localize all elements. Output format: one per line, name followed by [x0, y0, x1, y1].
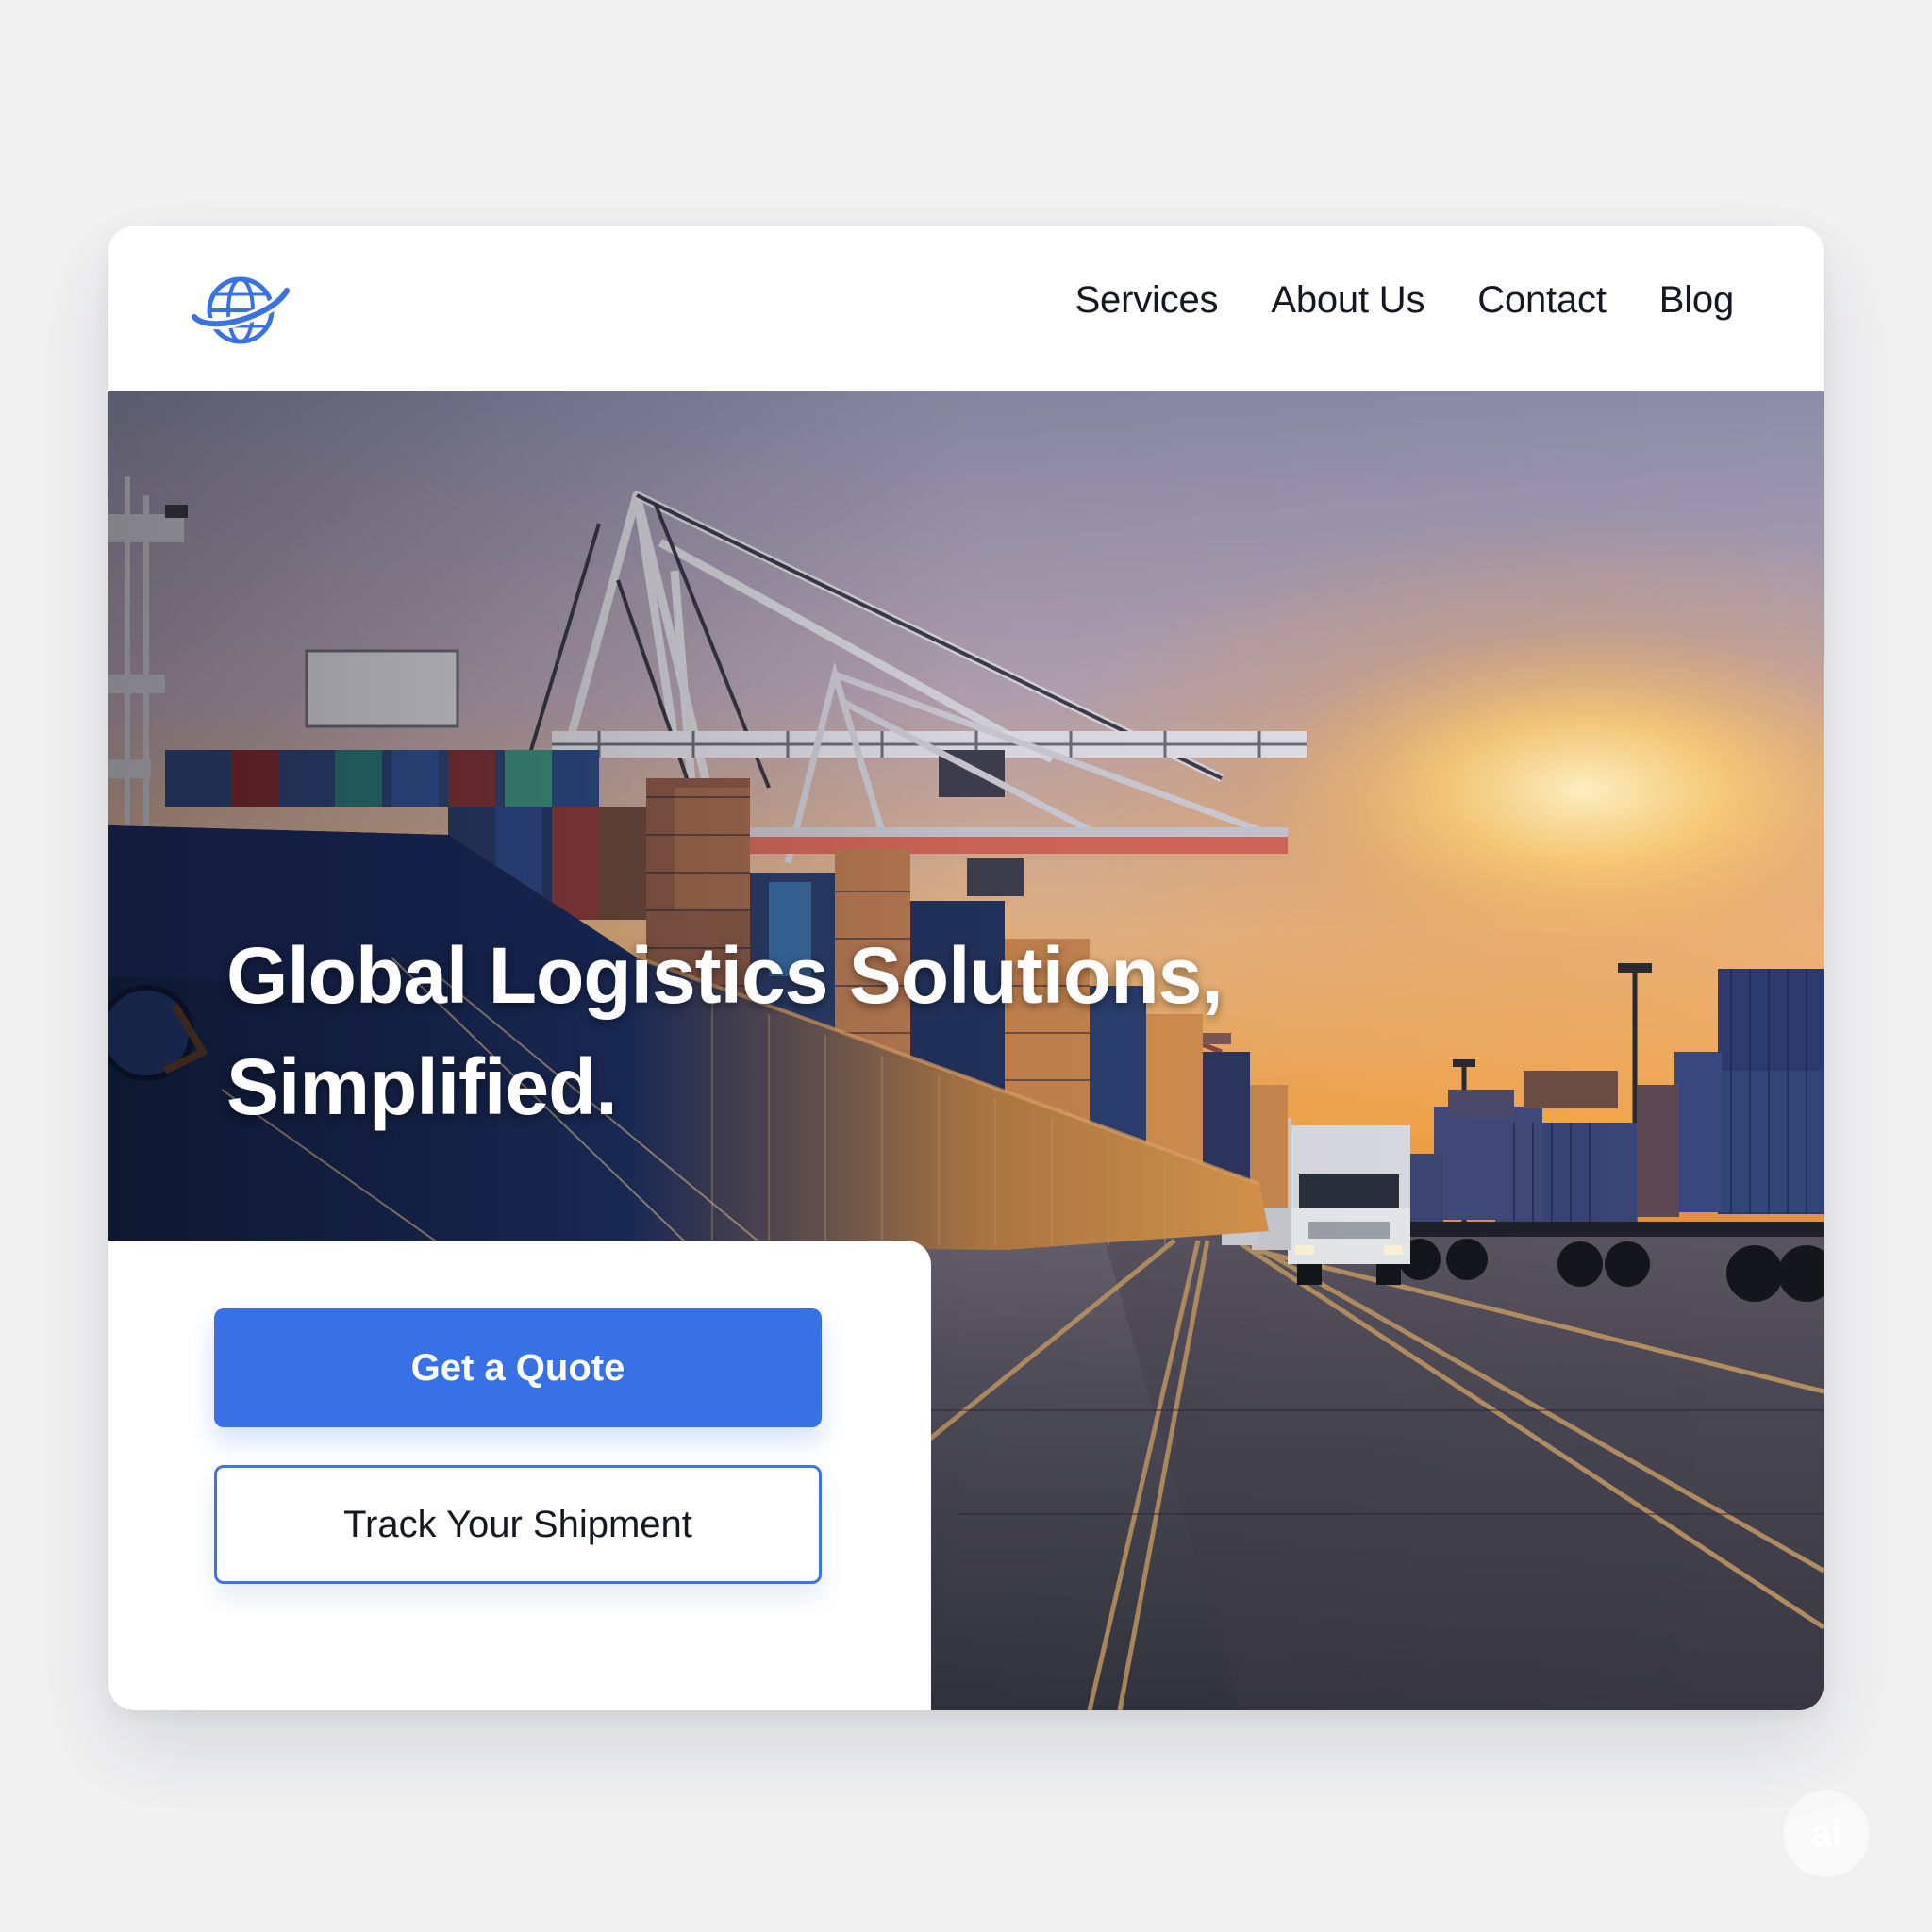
nav-contact-link[interactable]: Contact	[1477, 279, 1607, 322]
hero-headline-line-1: Global Logistics Solutions,	[226, 931, 1224, 1020]
ai-watermark: ai	[1783, 1790, 1870, 1877]
hero-headline: Global Logistics Solutions, Simplified.	[226, 920, 1358, 1142]
site-header: Services About Us Contact Blog	[108, 226, 1824, 391]
globe-logo-icon[interactable]	[189, 268, 292, 353]
landing-page-card: Services About Us Contact Blog Global Lo…	[108, 226, 1824, 1710]
track-shipment-button[interactable]: Track Your Shipment	[214, 1465, 822, 1584]
main-nav: Services About Us Contact Blog	[1075, 279, 1735, 322]
get-a-quote-button[interactable]: Get a Quote	[214, 1308, 822, 1427]
nav-blog-link[interactable]: Blog	[1659, 279, 1734, 322]
hero-headline-line-2: Simplified.	[226, 1042, 618, 1131]
nav-services-link[interactable]: Services	[1075, 279, 1219, 322]
cta-panel: Get a Quote Track Your Shipment	[108, 1241, 931, 1710]
nav-about-us-link[interactable]: About Us	[1271, 279, 1424, 322]
